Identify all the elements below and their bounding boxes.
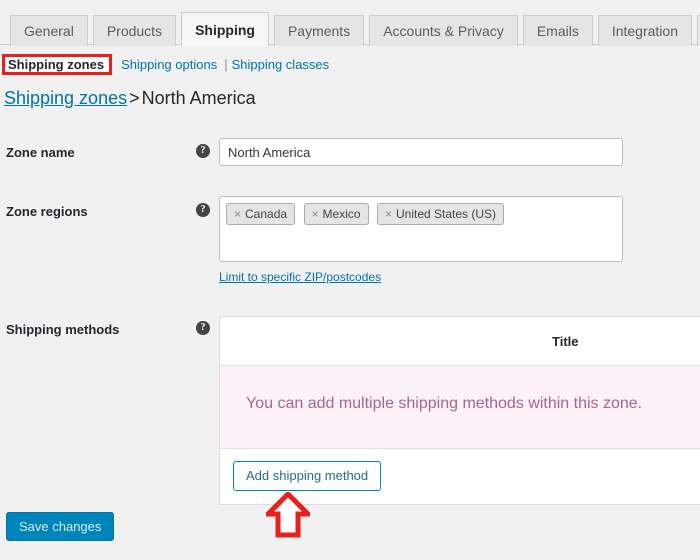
- tab-label: Payments: [288, 24, 350, 38]
- tab-products[interactable]: Products: [93, 15, 176, 46]
- subnav-item-shipping-zones[interactable]: Shipping zones: [2, 54, 112, 75]
- woocommerce-shipping-settings-page: General Products Shipping Payments Accou…: [0, 0, 700, 560]
- limit-zip-postcodes-link[interactable]: Limit to specific ZIP/postcodes: [219, 270, 381, 284]
- tab-label: Shipping: [195, 23, 255, 37]
- remove-icon[interactable]: ×: [234, 207, 241, 221]
- field-row-zone-name: Zone name ?: [0, 138, 700, 168]
- subnav-current-label: Shipping zones: [8, 57, 104, 72]
- tab-accounts-privacy[interactable]: Accounts & Privacy: [369, 15, 518, 46]
- remove-icon[interactable]: ×: [385, 207, 392, 221]
- help-icon[interactable]: ?: [196, 321, 210, 335]
- tab-shipping[interactable]: Shipping: [181, 12, 269, 46]
- zone-name-input[interactable]: [219, 138, 623, 166]
- region-chip-label: Canada: [245, 207, 287, 221]
- subnav-separator: |: [224, 57, 227, 72]
- tab-general[interactable]: General: [10, 15, 88, 46]
- tab-label: Emails: [537, 24, 579, 38]
- tab-label: Products: [107, 24, 162, 38]
- breadcrumb-separator: >: [127, 88, 142, 108]
- breadcrumb-link-shipping-zones[interactable]: Shipping zones: [4, 88, 127, 108]
- region-chip-label: United States (US): [396, 207, 496, 221]
- tab-label: General: [24, 24, 74, 38]
- breadcrumb-current: North America: [142, 88, 256, 108]
- settings-tab-bar: General Products Shipping Payments Accou…: [0, 0, 700, 45]
- region-chip[interactable]: × Canada: [226, 203, 295, 225]
- shipping-methods-table-header: Title: [220, 317, 700, 366]
- tab-label: Accounts & Privacy: [383, 24, 504, 38]
- save-changes-button[interactable]: Save changes: [6, 512, 114, 541]
- remove-icon[interactable]: ×: [312, 207, 319, 221]
- help-icon[interactable]: ?: [196, 144, 210, 158]
- up-arrow-icon: [266, 492, 310, 538]
- tab-label: Integration: [612, 24, 678, 38]
- zone-regions-label: Zone regions: [6, 204, 88, 219]
- shipping-methods-empty-notice: You can add multiple shipping methods wi…: [220, 366, 700, 449]
- add-shipping-method-button[interactable]: Add shipping method: [233, 461, 381, 491]
- region-chip[interactable]: × United States (US): [377, 203, 504, 225]
- zone-name-label: Zone name: [6, 145, 75, 160]
- field-row-zone-regions: Zone regions ? × Canada × Mexico × United S…: [0, 196, 700, 266]
- shipping-methods-label: Shipping methods: [6, 322, 119, 337]
- subnav-item-shipping-classes[interactable]: Shipping classes: [232, 57, 330, 72]
- column-header-title: Title: [552, 334, 579, 349]
- help-icon[interactable]: ?: [196, 203, 210, 217]
- shipping-subnav: Shipping zones Shipping options | Shippi…: [0, 52, 329, 76]
- region-chip[interactable]: × Mexico: [304, 203, 369, 225]
- subnav-item-shipping-options[interactable]: Shipping options: [121, 57, 217, 72]
- tab-payments[interactable]: Payments: [274, 15, 364, 46]
- tab-integration[interactable]: Integration: [598, 15, 692, 46]
- zone-regions-select[interactable]: × Canada × Mexico × United States (US): [219, 196, 623, 262]
- tab-emails[interactable]: Emails: [523, 15, 593, 46]
- region-chip-label: Mexico: [323, 207, 361, 221]
- breadcrumb: Shipping zones>North America: [4, 88, 256, 109]
- empty-notice-text: You can add multiple shipping methods wi…: [246, 395, 642, 413]
- shipping-methods-table: Title You can add multiple shipping meth…: [219, 316, 700, 505]
